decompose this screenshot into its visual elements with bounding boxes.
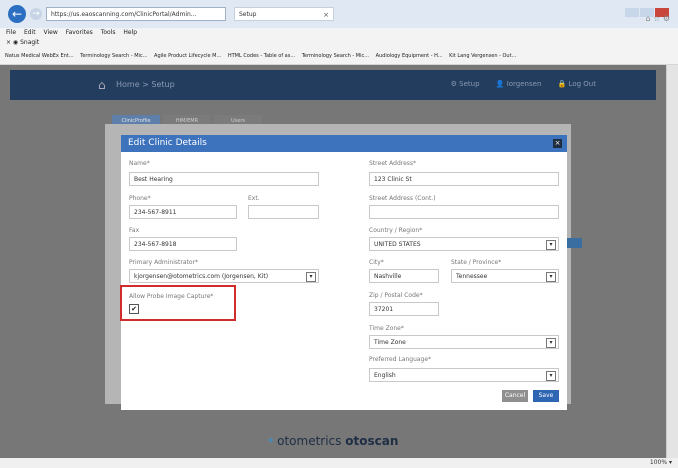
language-label: Preferred Language*	[369, 356, 432, 363]
menu-view[interactable]: View	[44, 29, 58, 36]
logo-brand: otometrics	[277, 434, 342, 448]
zip-label: Zip / Postal Code*	[369, 292, 423, 299]
ext-field[interactable]	[248, 205, 319, 219]
country-select[interactable]: UNITED STATES ▾	[369, 237, 559, 251]
setup-link[interactable]: ⚙ Setup	[451, 80, 480, 88]
save-button[interactable]: Save	[533, 390, 559, 402]
menu-edit[interactable]: Edit	[24, 29, 36, 36]
logout-link[interactable]: 🔒 Log Out	[558, 80, 596, 88]
otometrics-logo: ⁍ otometrics otoscan	[0, 434, 666, 449]
country-select-value: UNITED STATES	[374, 241, 421, 248]
logo-mark-icon: ⁍	[267, 434, 275, 449]
browser-titlebar: ← → https://us.eaoscanning.com/ClinicPor…	[0, 0, 678, 28]
modal-close-icon[interactable]: ×	[553, 139, 562, 148]
menu-file[interactable]: File	[6, 29, 16, 36]
page-scrollbar[interactable]	[666, 65, 678, 458]
favorite-item[interactable]: Audiology Equipment - H...	[376, 53, 443, 59]
chevron-down-icon: ▾	[306, 272, 316, 282]
favorite-item[interactable]: Natus Medical WebEx Ent...	[5, 53, 74, 59]
favorite-item[interactable]: Terminology Search - Mic...	[80, 53, 147, 59]
admin-label: Primary Administrator*	[129, 259, 198, 266]
favorite-item[interactable]: Kit Lang Vergensen - Out...	[449, 53, 516, 59]
chevron-down-icon: ▾	[546, 240, 556, 250]
breadcrumb[interactable]: Home > Setup	[116, 80, 175, 89]
modal-title: Edit Clinic Details	[128, 138, 207, 148]
chevron-down-icon: ▾	[546, 272, 556, 282]
edit-clinic-modal: Edit Clinic Details × Name* Best Hearing…	[121, 135, 567, 410]
chevron-down-icon: ▾	[546, 371, 556, 381]
zoom-control[interactable]: 100% ▾	[650, 458, 672, 468]
name-label: Name*	[129, 160, 150, 167]
back-button[interactable]: ←	[8, 5, 26, 23]
background-edit-button	[566, 238, 582, 248]
chevron-down-icon: ▾	[546, 338, 556, 348]
street2-label: Street Address (Cont.)	[369, 195, 436, 202]
state-select-value: Tennessee	[456, 273, 488, 280]
language-select-value: English	[374, 372, 396, 379]
zip-field[interactable]: 37201	[369, 302, 439, 316]
highlight-box	[120, 285, 236, 321]
minimize-button[interactable]	[625, 8, 639, 17]
city-field[interactable]: Nashville	[369, 269, 439, 283]
app-header: ⌂ Home > Setup ⚙ Setup 👤 Iorgensen 🔒 Log…	[10, 70, 656, 100]
name-field[interactable]: Best Hearing	[129, 172, 319, 186]
street-label: Street Address*	[369, 160, 417, 167]
snagit-toolbar[interactable]: × ◉ Snagit	[0, 38, 678, 48]
forward-arrow-icon: →	[32, 9, 40, 19]
logo-product: otoscan	[345, 434, 399, 448]
menu-help[interactable]: Help	[123, 29, 137, 36]
timezone-label: Time Zone*	[369, 325, 404, 332]
timezone-select-value: Time Zone	[374, 339, 406, 346]
home-icon[interactable]: ⌂	[98, 78, 106, 92]
back-arrow-icon: ←	[11, 7, 23, 21]
menu-bar: File Edit View Favorites Tools Help	[0, 28, 678, 38]
state-label: State / Province*	[451, 259, 502, 266]
browser-tab[interactable]: Setup ×	[234, 7, 334, 21]
phone-field[interactable]: 234-567-8911	[129, 205, 237, 219]
cancel-button[interactable]: Cancel	[502, 390, 528, 402]
state-select[interactable]: Tennessee ▾	[451, 269, 559, 283]
favorite-item[interactable]: Agile Product Lifecycle M...	[154, 53, 221, 59]
header-links: ⚙ Setup 👤 Iorgensen 🔒 Log Out	[437, 80, 596, 88]
forward-button[interactable]: →	[30, 8, 42, 20]
address-bar[interactable]: https://us.eaoscanning.com/ClinicPortal/…	[46, 7, 226, 21]
user-link[interactable]: 👤 Iorgensen	[496, 80, 542, 88]
status-bar: 100% ▾	[0, 458, 678, 468]
language-select[interactable]: English ▾	[369, 368, 559, 382]
setup-tabs: ClinicProfile HIM/EMR Users	[112, 107, 265, 127]
menu-favorites[interactable]: Favorites	[66, 29, 93, 36]
street2-field[interactable]	[369, 205, 559, 219]
admin-select[interactable]: kjorgensen@otometrics.com (Jorgensen, Ki…	[129, 269, 319, 283]
fax-label: Fax	[129, 227, 140, 234]
country-label: Country / Region*	[369, 227, 423, 234]
favorites-bar: Natus Medical WebEx Ent... Terminology S…	[0, 48, 678, 65]
phone-label: Phone*	[129, 195, 151, 202]
admin-select-value: kjorgensen@otometrics.com (Jorgensen, Ki…	[134, 273, 269, 280]
ext-label: Ext.	[248, 195, 260, 202]
tab-title: Setup	[239, 11, 257, 18]
menu-tools[interactable]: Tools	[101, 29, 116, 36]
favorite-item[interactable]: HTML Codes - Table of as...	[228, 53, 295, 59]
tab-close-icon[interactable]: ×	[323, 8, 329, 22]
city-label: City*	[369, 259, 384, 266]
favorite-item[interactable]: Terminology Search - Mic...	[302, 53, 369, 59]
browser-home-icons[interactable]: ⌂ ☆ ⚙	[645, 14, 670, 23]
timezone-select[interactable]: Time Zone ▾	[369, 335, 559, 349]
address-url: https://us.eaoscanning.com/ClinicPortal/…	[51, 11, 197, 18]
window-controls	[624, 2, 670, 17]
fax-field[interactable]: 234-567-8918	[129, 237, 237, 251]
modal-header: Edit Clinic Details	[121, 135, 567, 152]
street-field[interactable]: 123 Clinic St	[369, 172, 559, 186]
